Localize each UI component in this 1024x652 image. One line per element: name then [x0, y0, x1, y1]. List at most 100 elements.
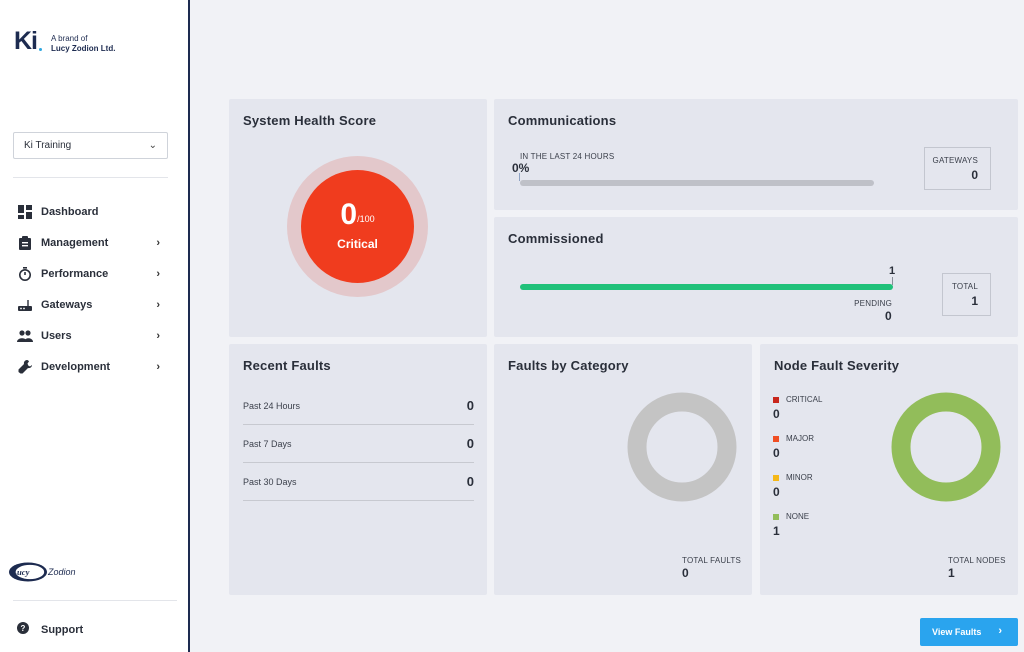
total-label: TOTAL — [951, 282, 978, 291]
health-score-max: /100 — [357, 214, 375, 224]
legend-name: NONE — [786, 512, 810, 521]
commissioned-progress-marker — [892, 277, 893, 285]
communications-card: Communications IN THE LAST 24 HOURS 0% G… — [494, 99, 1018, 210]
legend-none: NONE 1 — [773, 512, 809, 538]
legend-value: 1 — [773, 524, 780, 538]
chevron-right-icon: › — [156, 298, 160, 311]
chevron-down-icon: ⌄ — [148, 140, 157, 151]
wrench-icon — [17, 359, 33, 375]
svg-text:?: ? — [21, 624, 26, 633]
nav-item-management[interactable]: Management › — [0, 227, 188, 258]
node-fault-severity-donut[interactable] — [890, 391, 1002, 503]
pending-value: 0 — [885, 309, 892, 323]
fault-period-label: Past 30 Days — [243, 476, 297, 487]
communications-title: Communications — [508, 113, 617, 128]
stopwatch-icon — [17, 266, 33, 282]
nav-item-gateways[interactable]: Gateways › — [0, 289, 188, 320]
lucy-zodion-logo: Lucy Zodion — [8, 560, 76, 584]
donut-empty-segment — [627, 392, 737, 502]
brand-company: Lucy Zodion Ltd. — [51, 44, 116, 53]
health-score-value: 0 — [340, 198, 358, 231]
gateways-value: 0 — [971, 168, 978, 182]
communications-progress-bar — [520, 180, 874, 186]
nav-item-performance[interactable]: Performance › — [0, 258, 188, 289]
communications-percent: 0% — [512, 161, 530, 175]
health-status: Critical — [337, 237, 378, 251]
total-stat: TOTAL 1 — [942, 273, 991, 316]
node-fault-severity-title: Node Fault Severity — [774, 358, 900, 373]
brand[interactable]: Ki A brand of Lucy Zodion Ltd. — [14, 29, 115, 54]
legend-value: 0 — [773, 407, 780, 421]
legend-major: MAJOR 0 — [773, 434, 814, 460]
help-icon: ? — [17, 622, 33, 638]
legend-name: CRITICAL — [786, 395, 823, 404]
total-value: 1 — [971, 294, 978, 308]
fault-row-30d[interactable]: Past 30 Days 0 — [243, 463, 474, 501]
faults-by-category-card: Faults by Category TOTAL FAULTS 0 — [494, 344, 752, 595]
faults-by-category-donut[interactable] — [626, 391, 738, 503]
gateways-stat: GATEWAYS 0 — [924, 147, 991, 190]
legend-swatch — [773, 396, 779, 403]
chevron-right-icon: › — [998, 625, 1002, 637]
fault-count: 0 — [466, 436, 474, 451]
communications-period: IN THE LAST 24 HOURS — [520, 152, 615, 161]
commissioned-card: Commissioned 1 PENDING 0 TOTAL 1 — [494, 217, 1018, 337]
total-nodes-label: TOTAL NODES — [948, 556, 1006, 565]
view-faults-button[interactable]: View Faults › — [920, 618, 1018, 646]
health-score: 0/100 — [301, 200, 414, 230]
recent-faults-card: Recent Faults Past 24 Hours 0 Past 7 Day… — [229, 344, 487, 595]
fault-row-7d[interactable]: Past 7 Days 0 — [243, 425, 474, 463]
commissioned-progress-bar — [520, 284, 893, 290]
dashboard-icon — [17, 204, 33, 220]
recent-faults-title: Recent Faults — [243, 358, 331, 373]
view-faults-label: View Faults — [932, 627, 982, 637]
chevron-right-icon: › — [156, 360, 160, 373]
fault-count: 0 — [466, 474, 474, 489]
total-faults-value: 0 — [682, 566, 689, 580]
support-link[interactable]: ? Support — [17, 622, 83, 638]
node-fault-severity-card: Node Fault Severity CRITICAL 0 MAJOR 0 M… — [760, 344, 1018, 595]
legend-swatch — [773, 435, 779, 442]
divider — [13, 177, 168, 178]
legend-swatch — [773, 474, 779, 481]
donut-segment-none — [891, 392, 1001, 502]
nav-label: Gateways — [41, 298, 93, 311]
nav-label: Dashboard — [41, 205, 99, 218]
legend-name: MAJOR — [786, 434, 814, 443]
org-select-value: Ki Training — [24, 140, 72, 151]
legend-swatch — [773, 513, 779, 520]
lucy-badge: Lucy — [8, 562, 48, 582]
nav-item-users[interactable]: Users › — [0, 320, 188, 351]
faults-by-category-title: Faults by Category — [508, 358, 629, 373]
fault-period-label: Past 24 Hours — [243, 400, 301, 411]
chevron-right-icon: › — [156, 236, 160, 249]
health-ring: 0/100 Critical — [287, 156, 428, 297]
gateways-label: GATEWAYS — [932, 156, 978, 165]
chevron-right-icon: › — [156, 267, 160, 280]
total-nodes-value: 1 — [948, 566, 955, 580]
nav-item-development[interactable]: Development › — [0, 351, 188, 382]
main-nav: Dashboard Management › Performance › Gat… — [0, 196, 188, 382]
nav-label: Performance — [41, 267, 109, 280]
pending-label: PENDING — [854, 299, 892, 308]
lucy-logo-text: Zodion — [48, 567, 76, 577]
divider — [13, 600, 177, 601]
communications-progress-marker — [519, 173, 520, 181]
legend-name: MINOR — [786, 473, 813, 482]
fault-count: 0 — [466, 398, 474, 413]
nav-item-dashboard[interactable]: Dashboard — [0, 196, 188, 227]
brand-text: A brand of Lucy Zodion Ltd. — [51, 34, 115, 54]
clipboard-icon — [17, 235, 33, 251]
commissioned-count: 1 — [889, 265, 896, 277]
fault-row-24h[interactable]: Past 24 Hours 0 — [243, 387, 474, 425]
router-icon — [17, 297, 33, 313]
chevron-right-icon: › — [156, 329, 160, 342]
support-label: Support — [41, 624, 84, 636]
nav-label: Users — [41, 329, 72, 342]
nav-label: Management — [41, 236, 109, 249]
legend-critical: CRITICAL 0 — [773, 395, 822, 421]
sidebar: Ki A brand of Lucy Zodion Ltd. Ki Traini… — [0, 0, 190, 652]
brand-tagline: A brand of — [51, 34, 88, 43]
org-select[interactable]: Ki Training ⌄ — [13, 132, 168, 159]
health-score-badge: 0/100 Critical — [301, 170, 414, 283]
